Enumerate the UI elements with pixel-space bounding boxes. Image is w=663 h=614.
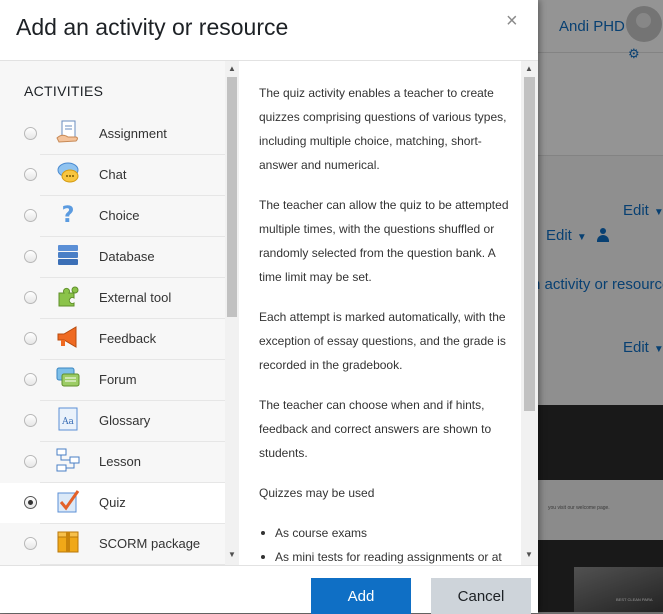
choice-icon: ? [56, 202, 80, 226]
assignment-icon [56, 120, 80, 144]
database-icon [56, 243, 80, 267]
dialog-title: Add an activity or resource [16, 14, 289, 40]
description-paragraph: Each attempt is marked automatically, wi… [259, 310, 506, 372]
activity-label: Quiz [99, 495, 126, 510]
list-item[interactable]: Chat [0, 155, 225, 196]
radio-button[interactable] [24, 455, 37, 468]
activity-description-panel: The quiz activity enables a teacher to c… [239, 61, 521, 565]
dialog-footer: Add Cancel [0, 565, 538, 614]
activity-label: Chat [99, 167, 127, 182]
list-item[interactable]: Feedback [0, 319, 225, 360]
description-paragraph: The teacher can choose when and if hints… [259, 398, 492, 460]
activity-chooser-dialog: Add an activity or resource × ACTIVITIES… [0, 0, 538, 614]
chat-icon [56, 161, 80, 185]
list-item[interactable]: Database [0, 237, 225, 278]
radio-button[interactable] [24, 209, 37, 222]
activities-heading: ACTIVITIES [24, 83, 104, 99]
activity-label: Forum [99, 372, 137, 387]
list-item[interactable]: Quiz [0, 483, 225, 524]
activity-label: External tool [99, 290, 172, 305]
list-item[interactable]: ? Choice [0, 196, 225, 237]
scrollbar-thumb[interactable] [227, 77, 237, 317]
external-tool-icon [56, 284, 80, 308]
glossary-icon: Aa [56, 407, 80, 431]
radio-button[interactable] [24, 496, 37, 509]
radio-button[interactable] [24, 291, 37, 304]
activity-label: Feedback [99, 331, 157, 346]
radio-button[interactable] [24, 127, 37, 140]
scroll-up-icon[interactable]: ▲ [522, 64, 536, 73]
dialog-header: Add an activity or resource × [0, 0, 538, 61]
radio-button[interactable] [24, 168, 37, 181]
svg-text:?: ? [62, 203, 75, 226]
radio-button[interactable] [24, 414, 37, 427]
activities-list-panel: ACTIVITIES Assignment Chat ? Choice Data… [0, 61, 225, 565]
radio-button[interactable] [24, 373, 37, 386]
activity-label: Assignment [99, 126, 167, 141]
list-item[interactable]: Assignment [0, 114, 225, 155]
scroll-down-icon[interactable]: ▼ [522, 550, 536, 559]
list-item[interactable]: SCORM package [0, 524, 225, 565]
svg-text:Aa: Aa [61, 417, 74, 427]
list-item[interactable]: Lesson [0, 442, 225, 483]
lesson-icon [56, 448, 80, 472]
activity-label: SCORM package [99, 536, 201, 551]
radio-button[interactable] [24, 332, 37, 345]
description-paragraph: The quiz activity enables a teacher to c… [259, 86, 507, 172]
bullet-item: As course exams [259, 521, 509, 545]
scorm-icon [56, 530, 80, 554]
quiz-icon [56, 489, 80, 513]
bullet-item: As mini tests for reading assignments or… [259, 545, 509, 565]
add-button[interactable]: Add [311, 578, 411, 614]
activities-scrollbar[interactable]: ▲ ▼ [225, 61, 239, 565]
list-item[interactable]: Forum [0, 360, 225, 401]
activities-list: Assignment Chat ? Choice Database Extern… [0, 114, 225, 565]
activity-label: Choice [99, 208, 140, 223]
list-item[interactable]: External tool [0, 278, 225, 319]
description-paragraph: The teacher can allow the quiz to be att… [259, 198, 509, 284]
scrollbar-thumb[interactable] [524, 77, 535, 411]
description-bullet-list: As course exams As mini tests for readin… [259, 521, 509, 565]
radio-button[interactable] [24, 250, 37, 263]
activity-label: Database [99, 249, 155, 264]
activity-label: Glossary [99, 413, 151, 428]
feedback-icon [56, 325, 80, 349]
cancel-button[interactable]: Cancel [431, 578, 531, 614]
list-item[interactable]: Aa Glossary [0, 401, 225, 442]
activity-label: Lesson [99, 454, 141, 469]
description-scrollbar[interactable]: ▲ ▼ [521, 61, 538, 565]
forum-icon [56, 366, 80, 390]
scroll-up-icon[interactable]: ▲ [225, 64, 239, 73]
scroll-down-icon[interactable]: ▼ [225, 550, 239, 559]
radio-button[interactable] [24, 537, 37, 550]
description-paragraph: Quizzes may be used [259, 486, 375, 500]
close-icon[interactable]: × [506, 10, 518, 33]
